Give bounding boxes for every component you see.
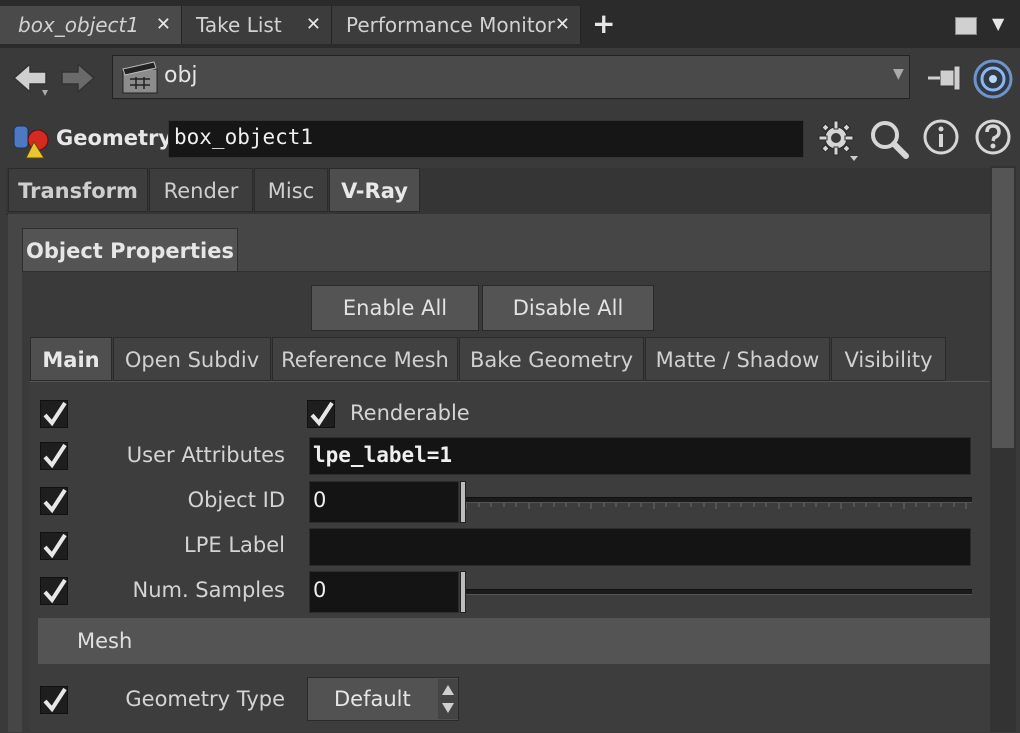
slider-handle[interactable]	[460, 571, 466, 613]
slider-track	[460, 589, 972, 595]
pin-icon[interactable]	[926, 60, 966, 96]
search-icon[interactable]	[868, 118, 910, 160]
tab-object-properties[interactable]: Object Properties	[22, 228, 238, 272]
path-field[interactable]	[112, 55, 910, 99]
lpe-label-label: LPE Label	[184, 533, 285, 557]
forward-arrow-icon[interactable]	[60, 58, 98, 98]
scrollbar-thumb[interactable]	[992, 168, 1014, 448]
num-samples-label: Num. Samples	[132, 578, 285, 602]
chevron-down-icon[interactable]: ▼	[992, 14, 1004, 33]
pane-tab-take-list[interactable]: Take List ✕	[182, 6, 332, 44]
object-id-field[interactable]	[309, 481, 459, 523]
checkmark-icon	[43, 401, 67, 427]
info-icon[interactable]	[922, 118, 960, 156]
tab-matte-shadow[interactable]: Matte / Shadow	[645, 337, 830, 381]
lpe-label-field[interactable]	[309, 528, 971, 566]
pane-tab-performance-monitor[interactable]: Performance Monitor ✕	[332, 6, 581, 44]
slider-ticks	[466, 503, 967, 509]
geometry-type-label: Geometry Type	[125, 687, 285, 711]
mesh-section-header[interactable]	[38, 618, 990, 664]
user-attributes-label: User Attributes	[126, 443, 285, 467]
tab-render[interactable]: Render	[149, 168, 253, 212]
node-name-text: box_object1	[174, 125, 314, 149]
mesh-section-label: Mesh	[77, 629, 133, 653]
user-attributes-value: lpe_label=1	[313, 443, 453, 467]
tab-visibility[interactable]: Visibility	[831, 337, 946, 381]
tab-open-subdiv[interactable]: Open Subdiv	[113, 337, 271, 381]
object-id-slider[interactable]	[460, 481, 972, 523]
renderable-label: Renderable	[350, 401, 470, 425]
slider-handle[interactable]	[460, 481, 466, 523]
checkmark-icon	[310, 401, 334, 427]
tab-misc[interactable]: Misc	[254, 168, 328, 212]
updown-arrows-icon	[438, 679, 458, 719]
tab-reference-mesh[interactable]: Reference Mesh	[272, 337, 458, 381]
close-icon[interactable]: ✕	[156, 6, 171, 44]
renderable-enable-checkbox[interactable]	[40, 400, 68, 428]
pane-tab-label: Take List	[196, 13, 282, 37]
pane-tab-label: Performance Monitor	[346, 13, 556, 37]
close-icon[interactable]: ✕	[306, 6, 321, 44]
add-tab-icon[interactable]: +	[592, 8, 615, 40]
tab-bake-geometry[interactable]: Bake Geometry	[459, 337, 644, 381]
gear-icon[interactable]	[816, 118, 860, 162]
path-text: obj	[164, 63, 198, 88]
object-id-label: Object ID	[187, 488, 285, 512]
tab-vray[interactable]: V-Ray	[329, 168, 420, 212]
pane-tab-box-object1[interactable]: box_object1 ✕	[0, 6, 182, 44]
num-samples-slider[interactable]	[460, 571, 972, 613]
geometry-type-value: Default	[334, 687, 411, 711]
network-clapper-icon	[120, 59, 160, 95]
num-samples-value: 0	[313, 578, 327, 602]
tab-main[interactable]: Main	[30, 337, 112, 381]
enable-all-button[interactable]: Enable All	[311, 285, 479, 331]
renderable-checkbox[interactable]	[307, 400, 335, 428]
object-id-value: 0	[313, 488, 327, 512]
maximize-icon[interactable]	[955, 17, 977, 35]
geometry-node-icon	[12, 122, 52, 160]
disable-all-button[interactable]: Disable All	[482, 285, 654, 331]
path-dropdown-icon[interactable]: ▼	[893, 66, 904, 82]
help-icon[interactable]	[974, 118, 1012, 156]
tab-transform[interactable]: Transform	[8, 168, 148, 212]
close-icon[interactable]: ✕	[555, 6, 570, 44]
num-samples-field[interactable]	[309, 571, 459, 613]
back-arrow-icon[interactable]	[10, 58, 50, 98]
node-type-label: Geometry	[56, 126, 173, 150]
pane-tab-label: box_object1	[18, 13, 140, 37]
link-target-icon[interactable]	[972, 58, 1014, 100]
